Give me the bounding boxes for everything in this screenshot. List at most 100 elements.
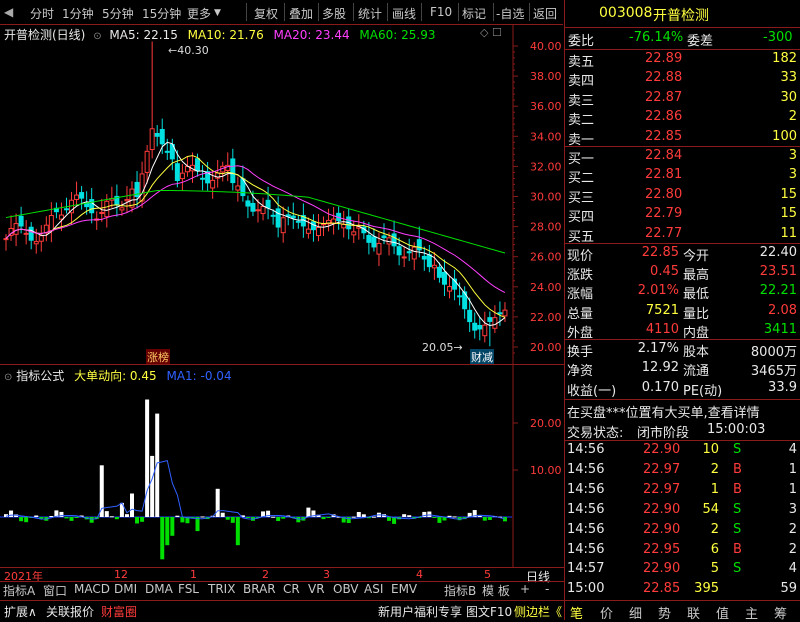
buy-row[interactable]: 买一 22.84 3 [565, 147, 800, 167]
candle-body [18, 215, 24, 227]
new-user-link[interactable]: 新用户福利专享 [378, 603, 462, 620]
indicator-bar [447, 515, 452, 517]
stat-label: 内盘 [683, 325, 710, 341]
buy-row[interactable]: 买四 22.79 15 [565, 205, 800, 226]
stats-button[interactable]: 统计 [358, 5, 382, 22]
tab-brar[interactable]: BRAR [243, 582, 276, 598]
event-marker-left[interactable]: 涨榜 [146, 349, 170, 365]
sidebar-toggle-button[interactable]: 侧边栏《 [514, 603, 562, 620]
book-volume: 15 [780, 186, 797, 202]
watchlist-button[interactable]: -自选 [496, 5, 524, 22]
time-label: 12 [114, 568, 128, 581]
tick-time: 14:56 [567, 521, 605, 537]
candle-body [38, 235, 44, 242]
back-icon[interactable]: ◀ [4, 5, 13, 19]
tab-indicator-a[interactable]: 指标A [3, 582, 35, 598]
tab-dmi[interactable]: DMI [114, 582, 137, 598]
book-price: 22.80 [645, 186, 683, 202]
top-toolbar: ◀ 分时 1分钟 5分钟 15分钟 更多 ▼ 复权 叠加 多股 统计 画线 F1… [0, 0, 563, 25]
add-indicator-button[interactable]: + [520, 582, 530, 598]
tab-fenshi[interactable]: 分时 [30, 5, 54, 22]
tab-detail[interactable]: 细 [629, 603, 642, 622]
tab-macd[interactable]: MACD [74, 582, 110, 598]
book-price: 22.88 [645, 70, 683, 86]
candle-body [74, 194, 80, 200]
quote-panel: 003008 开普检测 委比 -76.14% 委差 -300 卖五 22.89 18… [564, 0, 800, 620]
buy-row[interactable]: 买二 22.81 3 [565, 166, 800, 186]
sell-row[interactable]: 卖三 22.87 30 [565, 89, 800, 109]
multi-stock-button[interactable]: 多股 [322, 5, 346, 22]
tab-5min[interactable]: 5分钟 [102, 5, 134, 22]
indicator-bar [502, 517, 507, 522]
indicator-tick-label: 10.00 [530, 464, 562, 477]
book-volume: 2 [788, 109, 797, 125]
tick-time: 14:56 [567, 442, 605, 457]
overlay-button[interactable]: 叠加 [289, 5, 313, 22]
book-label: 买四 [568, 210, 595, 226]
tab-emv[interactable]: EMV [391, 582, 417, 598]
fund-row: 换手 2.17% 股本 8000万 [565, 340, 800, 360]
tick-volume: 54 [702, 501, 719, 517]
tab-value[interactable]: 值 [716, 603, 729, 622]
indicator-bar [64, 517, 69, 519]
notice-row[interactable]: 在买盘***位置有大买单,查看详情 [565, 401, 800, 421]
buy-row[interactable]: 买五 22.77 11 [565, 225, 800, 245]
tab-window[interactable]: 窗口 [43, 582, 67, 598]
chevron-down-icon[interactable]: ▼ [214, 8, 221, 18]
tab-fsl[interactable]: FSL [178, 582, 199, 598]
trade-state: 闭市阶段 [637, 426, 690, 441]
tab-template[interactable]: 模 板 [482, 582, 510, 598]
tab-vr[interactable]: VR [308, 582, 325, 598]
indicator-bar [135, 517, 140, 524]
candle-body [139, 173, 145, 202]
indicator-bar [326, 517, 331, 518]
notice-text[interactable]: 在买盘***位置有大买单,查看详情 [567, 402, 760, 421]
book-price: 22.86 [645, 109, 683, 125]
draw-line-button[interactable]: 画线 [392, 5, 416, 22]
remove-indicator-button[interactable]: - [545, 582, 549, 598]
tab-1min[interactable]: 1分钟 [62, 5, 94, 22]
sell-row[interactable]: 卖五 22.89 182 [565, 50, 800, 70]
fuquan-button[interactable]: 复权 [254, 5, 278, 22]
wealth-circle-button[interactable]: 财富圈 [101, 603, 137, 620]
tab-chips[interactable]: 筹 [774, 603, 787, 622]
tab-indicator-b[interactable]: 指标B [444, 582, 476, 598]
tab-more[interactable]: 更多 [187, 5, 211, 22]
event-marker-right[interactable]: 财减 [470, 349, 494, 365]
fund-value: 0.170 [641, 379, 679, 395]
tab-trend[interactable]: 势 [658, 603, 671, 622]
tick-volume: 6 [710, 541, 719, 557]
tab-obv[interactable]: OBV [333, 582, 359, 598]
f10-graphic-button[interactable]: 图文F10 [466, 603, 512, 620]
expand-button[interactable]: 扩展∧ [4, 603, 37, 620]
ma-line [5, 155, 506, 318]
tab-linked[interactable]: 联 [687, 603, 700, 622]
tab-price[interactable]: 价 [600, 603, 613, 622]
sell-row[interactable]: 卖二 22.86 2 [565, 108, 800, 128]
tab-main[interactable]: 主 [745, 603, 758, 622]
tab-trades[interactable]: 笔 [570, 603, 583, 622]
sell-row[interactable]: 卖一 22.85 100 [565, 128, 800, 148]
indicator-bar [200, 516, 205, 518]
book-price: 22.77 [645, 225, 683, 241]
book-label: 买一 [568, 152, 595, 167]
return-button[interactable]: 返回 [533, 5, 557, 22]
tab-trix[interactable]: TRIX [208, 582, 235, 598]
indicator-bar [175, 515, 180, 517]
buy-row[interactable]: 买三 22.80 15 [565, 186, 800, 206]
tab-cr[interactable]: CR [283, 582, 300, 598]
stat-label: 今开 [683, 249, 710, 264]
stat-label: 最高 [683, 268, 710, 284]
f10-button[interactable]: F10 [430, 5, 452, 19]
candle-body [401, 256, 407, 259]
indicator-bar [89, 517, 94, 523]
stat-label: 量比 [683, 306, 710, 322]
mark-button[interactable]: 标记 [462, 5, 486, 22]
candle-body [441, 271, 447, 285]
related-quote-button[interactable]: 关联报价 [46, 603, 94, 620]
tab-dma[interactable]: DMA [145, 582, 173, 598]
sell-row[interactable]: 卖四 22.88 33 [565, 69, 800, 89]
tab-asi[interactable]: ASI [364, 582, 383, 598]
tab-15min[interactable]: 15分钟 [142, 5, 181, 22]
fund-value: 12.92 [641, 360, 679, 376]
